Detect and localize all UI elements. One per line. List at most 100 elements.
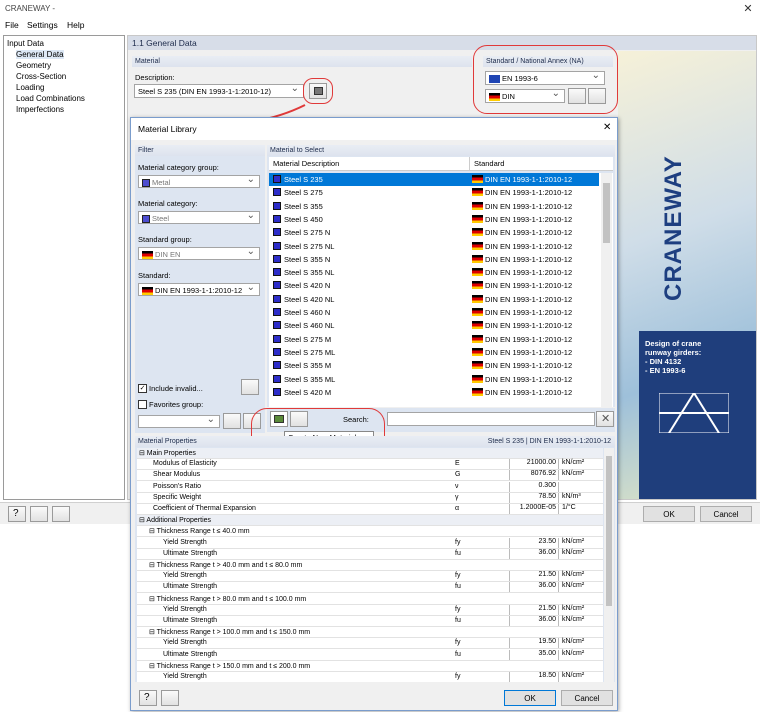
german-flag-icon bbox=[472, 214, 483, 223]
material-standard: DIN EN 1993-1-1:2010-12 bbox=[485, 294, 573, 304]
material-color-icon bbox=[273, 201, 281, 210]
nav-root-input-data[interactable]: Input Data bbox=[7, 39, 44, 48]
menu-bar: File Settings Help bbox=[0, 18, 760, 32]
property-row[interactable]: ⊟ Additional Properties bbox=[137, 515, 603, 527]
property-row[interactable]: ⊟ Thickness Range t > 150.0 mm and t ≤ 2… bbox=[137, 661, 603, 672]
material-row[interactable]: Steel S 275 NL DIN EN 1993-1-1:2010-12 bbox=[269, 240, 599, 253]
property-unit: kN/cm² bbox=[562, 548, 585, 556]
property-value: 21.50 bbox=[509, 604, 559, 615]
dialog-title-bar: Material Library ✕ bbox=[131, 118, 617, 140]
material-row[interactable]: Steel S 275 N DIN EN 1993-1-1:2010-12 bbox=[269, 226, 599, 239]
material-row[interactable]: Steel S 355 DIN EN 1993-1-1:2010-12 bbox=[269, 200, 599, 213]
property-row: Ultimate Strength fu 36.00 kN/cm² bbox=[137, 582, 603, 594]
help-button[interactable]: ? bbox=[8, 506, 26, 522]
search-input[interactable] bbox=[387, 412, 595, 426]
property-value: 36.00 bbox=[509, 548, 559, 559]
properties-scrollbar[interactable] bbox=[604, 448, 614, 682]
filter-header: Filter bbox=[135, 145, 265, 156]
description-dropdown[interactable]: Steel S 235 (DIN EN 1993-1-1:2010-12) bbox=[134, 84, 304, 98]
standard-group-dropdown[interactable]: DIN EN bbox=[138, 247, 260, 260]
property-unit: kN/cm² bbox=[562, 638, 585, 646]
material-row[interactable]: Steel S 355 NL DIN EN 1993-1-1:2010-12 bbox=[269, 266, 599, 279]
list-scrollbar[interactable] bbox=[601, 173, 612, 407]
material-description: Steel S 355 N bbox=[284, 254, 331, 264]
property-label: Ultimate Strength bbox=[163, 549, 218, 557]
material-description: Steel S 235 bbox=[284, 175, 323, 184]
nav-item-cross-section[interactable]: Cross-Section bbox=[16, 72, 66, 81]
property-row[interactable]: ⊟ Main Properties bbox=[137, 448, 603, 459]
material-row[interactable]: Steel S 355 M DIN EN 1993-1-1:2010-12 bbox=[269, 359, 599, 372]
import-button[interactable] bbox=[30, 506, 48, 522]
property-row: Ultimate Strength fu 35.00 kN/cm² bbox=[137, 649, 603, 661]
material-row[interactable]: Steel S 420 M DIN EN 1993-1-1:2010-12 bbox=[269, 386, 599, 399]
main-ok-button[interactable]: OK bbox=[643, 506, 695, 522]
menu-help[interactable]: Help bbox=[67, 20, 84, 30]
property-unit: kN/cm² bbox=[562, 616, 585, 623]
material-row[interactable]: Steel S 460 NL DIN EN 1993-1-1:2010-12 bbox=[269, 319, 599, 332]
material-row[interactable]: Steel S 275 M DIN EN 1993-1-1:2010-12 bbox=[269, 333, 599, 346]
description-label: Description: bbox=[135, 73, 175, 82]
property-value: 0.300 bbox=[509, 481, 559, 492]
material-standard: DIN EN 1993-1-1:2010-12 bbox=[485, 228, 573, 238]
nav-item-general-data[interactable]: General Data bbox=[16, 50, 64, 59]
german-flag-icon bbox=[472, 254, 483, 263]
col-standard[interactable]: Standard bbox=[474, 159, 504, 168]
nav-item-loading[interactable]: Loading bbox=[16, 83, 44, 92]
property-row[interactable]: ⊟ Thickness Range t > 40.0 mm and t ≤ 80… bbox=[137, 560, 603, 571]
favorites-checkbox[interactable] bbox=[138, 400, 147, 409]
dialog-help-button[interactable]: ? bbox=[139, 690, 157, 706]
property-row[interactable]: ⊟ Thickness Range t ≤ 40.0 mm bbox=[137, 526, 603, 538]
property-row[interactable]: ⊟ Thickness Range t > 80.0 mm and t ≤ 10… bbox=[137, 594, 603, 605]
main-cancel-button[interactable]: Cancel bbox=[700, 506, 752, 522]
dialog-cancel-button[interactable]: Cancel bbox=[561, 690, 613, 706]
category-dropdown[interactable]: Steel bbox=[138, 211, 260, 224]
nav-item-load-combinations[interactable]: Load Combinations bbox=[16, 94, 85, 103]
dialog-close-button[interactable]: ✕ bbox=[603, 122, 611, 133]
property-row[interactable]: ⊟ Thickness Range t > 100.0 mm and t ≤ 1… bbox=[137, 627, 603, 639]
property-symbol: fu bbox=[455, 583, 461, 591]
category-group-dropdown[interactable]: Metal bbox=[138, 175, 260, 188]
menu-file[interactable]: File bbox=[5, 20, 19, 30]
clear-search-button[interactable]: ✕ bbox=[596, 411, 614, 427]
dialog-ok-button[interactable]: OK bbox=[504, 690, 556, 706]
property-label: ⊟ Thickness Range t > 150.0 mm and t ≤ 2… bbox=[149, 662, 311, 670]
nav-item-geometry[interactable]: Geometry bbox=[16, 61, 51, 70]
property-value: 21000.00 bbox=[509, 459, 559, 470]
menu-settings[interactable]: Settings bbox=[27, 20, 58, 30]
material-row[interactable]: Steel S 420 NL DIN EN 1993-1-1:2010-12 bbox=[269, 293, 599, 306]
material-standard: DIN EN 1993-1-1:2010-12 bbox=[485, 188, 573, 198]
properties-header-material: Steel S 235 | DIN EN 1993-1-1:2010-12 bbox=[487, 438, 611, 445]
nav-item-imperfections[interactable]: Imperfections bbox=[16, 105, 64, 114]
german-flag-icon bbox=[472, 334, 483, 343]
filter-options-button[interactable] bbox=[241, 379, 259, 395]
material-row[interactable]: Steel S 420 N DIN EN 1993-1-1:2010-12 bbox=[269, 279, 599, 292]
material-row[interactable]: Steel S 235 DIN EN 1993-1-1:2010-12 bbox=[269, 173, 599, 187]
property-symbol: fu bbox=[455, 617, 461, 624]
panel-header: 1.1 General Data bbox=[128, 36, 756, 50]
material-row[interactable]: Steel S 450 DIN EN 1993-1-1:2010-12 bbox=[269, 213, 599, 226]
material-description: Steel S 275 NL bbox=[284, 241, 335, 251]
property-label: ⊟ Thickness Range t > 40.0 mm and t ≤ 80… bbox=[149, 562, 303, 569]
material-standard: DIN EN 1993-1-1:2010-12 bbox=[485, 334, 573, 344]
new-favorite-button[interactable] bbox=[223, 413, 241, 429]
material-row[interactable]: Steel S 355 ML DIN EN 1993-1-1:2010-12 bbox=[269, 373, 599, 386]
property-label: ⊟ Thickness Range t > 80.0 mm and t ≤ 10… bbox=[149, 595, 307, 603]
close-window-button[interactable]: ✕ bbox=[740, 2, 756, 16]
material-description: Steel S 275 bbox=[284, 188, 323, 198]
property-symbol: ν bbox=[455, 482, 459, 490]
german-flag-icon bbox=[142, 251, 153, 259]
units-button[interactable] bbox=[161, 690, 179, 706]
property-row: Coefficient of Thermal Expansion α 1.2000E… bbox=[137, 504, 603, 515]
export-button[interactable] bbox=[52, 506, 70, 522]
material-row[interactable]: Steel S 460 N DIN EN 1993-1-1:2010-12 bbox=[269, 306, 599, 319]
material-row[interactable]: Steel S 275 ML DIN EN 1993-1-1:2010-12 bbox=[269, 346, 599, 359]
include-invalid-checkbox[interactable]: ✓ bbox=[138, 384, 147, 393]
material-row[interactable]: Steel S 355 N DIN EN 1993-1-1:2010-12 bbox=[269, 253, 599, 266]
material-row[interactable]: Steel S 275 DIN EN 1993-1-1:2010-12 bbox=[269, 186, 599, 199]
standard-dropdown-filter[interactable]: DIN EN 1993-1-1:2010-12 bbox=[138, 283, 260, 296]
german-flag-icon bbox=[472, 361, 483, 370]
property-label: ⊟ Main Properties bbox=[139, 450, 196, 457]
favorites-dropdown[interactable] bbox=[138, 415, 220, 428]
property-value: 36.00 bbox=[509, 582, 559, 593]
col-material-description[interactable]: Material Description bbox=[273, 159, 339, 168]
